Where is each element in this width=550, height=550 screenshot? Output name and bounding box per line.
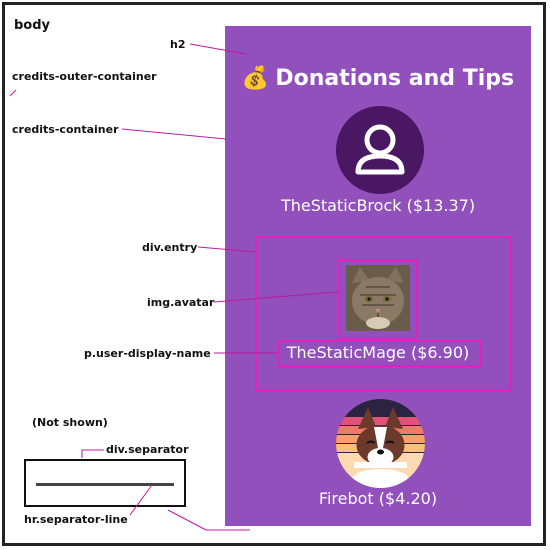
annotation-connectors [9,43,339,531]
